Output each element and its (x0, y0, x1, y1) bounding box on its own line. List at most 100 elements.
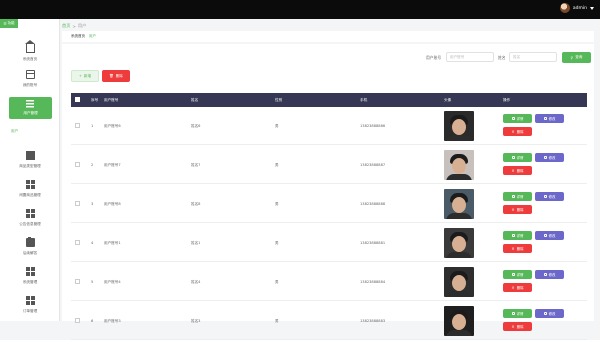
table-header: 序号 用户账号 姓名 性别 手机 头像 操作 (71, 93, 587, 107)
delete-button[interactable]: × 删除 (503, 322, 532, 331)
detail-icon (511, 312, 515, 315)
edit-button[interactable]: 修改 (535, 270, 564, 279)
face-shape (452, 314, 466, 330)
detail-button[interactable]: 详情 (503, 231, 532, 240)
body-shape (446, 174, 472, 180)
trash-icon: × (511, 128, 515, 134)
row-gender: 男 (275, 241, 279, 245)
face-shape (452, 119, 466, 135)
row-phone: 13823888881 (360, 241, 386, 245)
edit-button-label: 修改 (548, 195, 556, 199)
user-menu[interactable]: admin (559, 3, 594, 13)
edit-icon (543, 117, 547, 120)
sidebar-item-category[interactable]: 商品类型管理 (0, 146, 60, 174)
edit-button[interactable]: 修改 (535, 153, 564, 162)
edit-icon (543, 234, 547, 237)
plus-icon: + (78, 74, 82, 78)
delete-button[interactable]: × 删除 (503, 244, 532, 253)
sidebar-item-label: 订单管理 (22, 309, 38, 313)
breadcrumb-separator: > (72, 23, 76, 29)
sidebar-item-label: 闲置商品管理 (19, 193, 41, 197)
column-header: 序号 (91, 98, 99, 102)
delete-button[interactable]: × 删除 (503, 205, 532, 214)
edit-button[interactable]: 修改 (535, 192, 564, 201)
delete-button[interactable]: × 删除 (503, 166, 532, 175)
search-button-label: 查询 (575, 55, 583, 59)
delete-button[interactable]: × 删除 (503, 127, 532, 136)
row-checkbox[interactable] (75, 240, 80, 245)
grid-icon (25, 209, 35, 218)
sidebar-item-label: 商品类型管理 (19, 164, 41, 168)
row-account: 用户账号4 (104, 280, 121, 284)
sub-breadcrumb: 系统首页 用户 (62, 31, 594, 42)
sidebar-item-goods[interactable]: 闲置商品管理 (0, 175, 60, 203)
user-avatar-photo (444, 267, 474, 297)
detail-button-label: 详情 (516, 195, 524, 199)
bulk-delete-button[interactable]: 🗑 删除 (102, 70, 130, 82)
body-shape (446, 135, 472, 141)
account-search-input[interactable]: 用户账号 (446, 52, 494, 62)
window-icon (25, 70, 35, 79)
breadcrumb-home[interactable]: 首页 (62, 23, 70, 29)
row-checkbox[interactable] (75, 201, 80, 206)
edit-button[interactable]: 修改 (535, 309, 564, 318)
detail-button[interactable]: 详情 (503, 192, 532, 201)
grid-icon (25, 296, 35, 305)
add-button[interactable]: + 新增 (71, 70, 99, 82)
delete-button-label: 删除 (516, 208, 524, 212)
search-button[interactable]: ⚲ 查询 (562, 52, 591, 63)
sidebar-item-account[interactable]: 我的账号 (0, 65, 60, 93)
edit-button[interactable]: 修改 (535, 231, 564, 240)
sub-breadcrumb-home[interactable]: 系统首页 (71, 34, 85, 39)
edit-button-label: 修改 (548, 312, 556, 316)
row-checkbox[interactable] (75, 162, 80, 167)
table-row: 1 用户账号6 姓名6 男 13823888886 详情 修改 × 删除 (71, 107, 587, 145)
row-name: 姓名1 (191, 241, 201, 245)
sidebar-head-label: 功能 (7, 21, 15, 25)
sidebar-toggle[interactable]: ☰ 功能 (0, 19, 18, 28)
user-avatar (559, 3, 570, 13)
sidebar-item-users[interactable]: 用户管理 (9, 97, 52, 119)
sidebar-item-orders[interactable]: 订单管理 (0, 291, 60, 319)
sidebar-subitem-users[interactable]: 用户 (11, 129, 18, 134)
edit-icon (543, 156, 547, 159)
trash-icon: 🗑 (109, 74, 114, 78)
row-name: 姓名6 (191, 124, 201, 128)
list-icon (26, 100, 35, 109)
menu-icon: ☰ (3, 21, 7, 26)
detail-button-label: 详情 (516, 117, 524, 121)
detail-button[interactable]: 详情 (503, 270, 532, 279)
sidebar-item-home[interactable]: 系统首页 (0, 37, 60, 65)
delete-button[interactable]: × 删除 (503, 283, 532, 292)
row-index: 1 (91, 124, 94, 128)
body-shape (446, 213, 472, 219)
trash-icon: × (511, 167, 515, 173)
face-shape (452, 275, 466, 291)
table-row: 5 用户账号4 姓名4 男 13823888884 详情 修改 × 删除 (71, 263, 587, 301)
trash-icon: × (511, 284, 515, 290)
column-header: 头像 (444, 98, 452, 102)
search-icon: ⚲ (570, 55, 574, 60)
face-shape (452, 197, 466, 213)
detail-icon (511, 273, 515, 276)
sidebar-item-qa[interactable]: 后续解答 (0, 233, 60, 261)
user-avatar-photo (444, 150, 474, 180)
sidebar-item-system[interactable]: 系统管理 (0, 262, 60, 290)
detail-button[interactable]: 详情 (503, 114, 532, 123)
trash-icon: × (511, 245, 515, 251)
row-gender: 男 (275, 124, 279, 128)
add-button-label: 新增 (83, 73, 92, 78)
name-search-input[interactable]: 姓名 (509, 52, 557, 62)
delete-button-label: 删除 (516, 130, 524, 134)
row-checkbox[interactable] (75, 123, 80, 128)
home-icon (24, 39, 35, 53)
detail-button[interactable]: 详情 (503, 153, 532, 162)
sidebar-item-notice[interactable]: 公告信息管理 (0, 204, 60, 232)
edit-icon (543, 195, 547, 198)
row-checkbox[interactable] (75, 279, 80, 284)
select-all-checkbox[interactable] (75, 97, 80, 102)
user-avatar-photo (444, 189, 474, 219)
detail-button[interactable]: 详情 (503, 309, 532, 318)
user-avatar-photo (444, 111, 474, 141)
edit-button[interactable]: 修改 (535, 114, 564, 123)
